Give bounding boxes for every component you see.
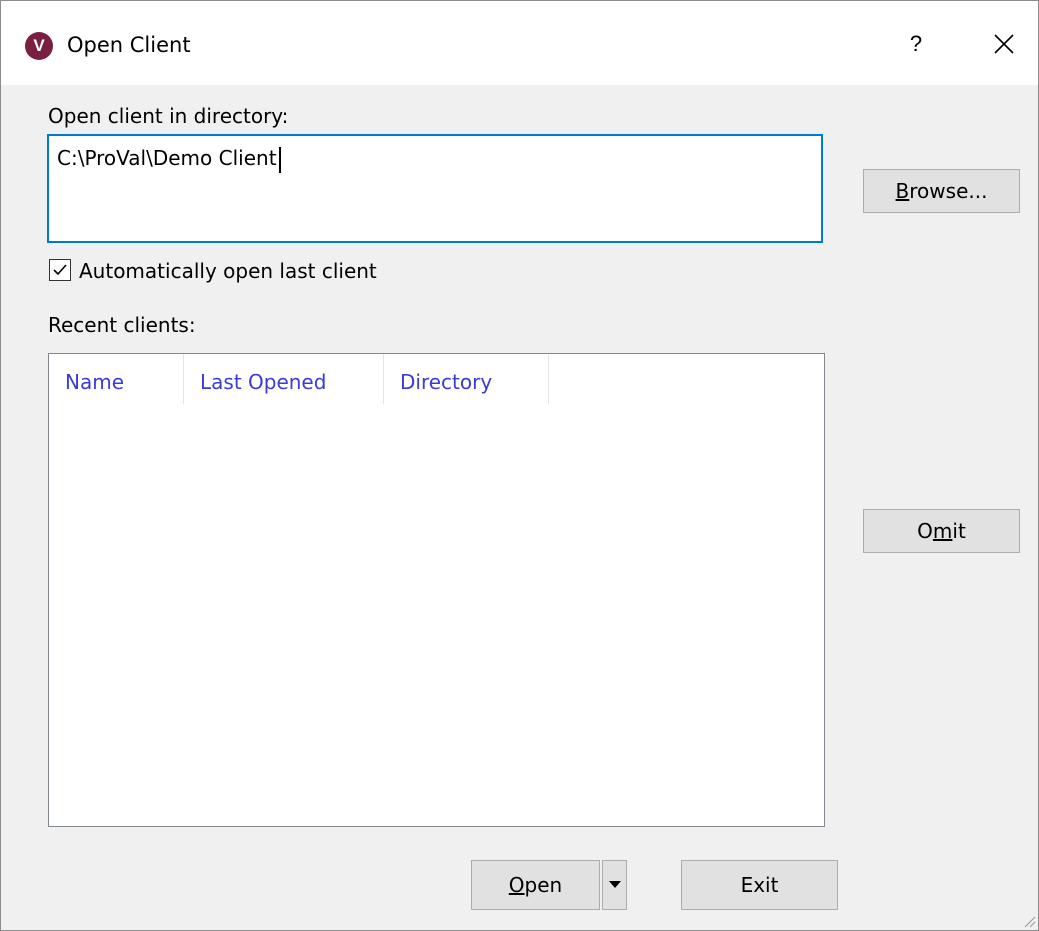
auto-open-label[interactable]: Automatically open last client	[79, 259, 377, 283]
directory-input[interactable]: C:\ProVal\Demo Client	[47, 134, 823, 243]
recent-clients-list[interactable]: Name Last Opened Directory	[48, 353, 825, 827]
open-client-dialog: V Open Client ? Open client in directory…	[0, 0, 1039, 931]
recent-clients-label: Recent clients:	[48, 313, 196, 337]
help-button[interactable]: ?	[901, 27, 931, 61]
column-header-directory[interactable]: Directory	[384, 354, 549, 404]
column-header-name[interactable]: Name	[49, 354, 184, 404]
browse-button[interactable]: Browse...	[863, 169, 1020, 213]
open-dropdown-arrow-button[interactable]	[602, 860, 627, 910]
open-button[interactable]: Open	[471, 860, 600, 910]
app-logo-icon: V	[25, 32, 53, 60]
directory-value: C:\ProVal\Demo Client	[57, 146, 277, 170]
title-bar: V Open Client ?	[1, 1, 1038, 85]
window-title: Open Client	[67, 33, 191, 57]
exit-button[interactable]: Exit	[681, 860, 838, 910]
column-header-last-opened[interactable]: Last Opened	[184, 354, 384, 404]
text-caret	[278, 146, 281, 173]
close-icon	[994, 34, 1014, 54]
omit-button[interactable]: Omit	[863, 509, 1020, 553]
auto-open-checkbox[interactable]	[49, 259, 71, 281]
resize-grip-icon[interactable]	[1020, 912, 1036, 928]
directory-label: Open client in directory:	[48, 104, 289, 128]
checkmark-icon	[53, 264, 67, 276]
close-button[interactable]	[986, 27, 1022, 61]
